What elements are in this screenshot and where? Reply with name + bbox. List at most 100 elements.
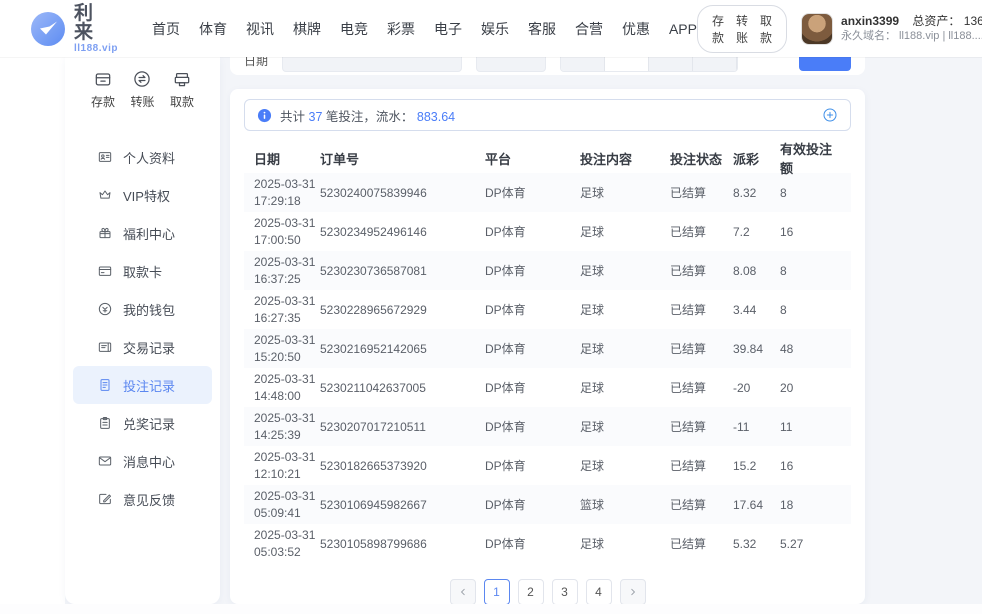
table-row[interactable]: 2025-03-3117:00:50 5230234952496146 DP体育…	[244, 212, 851, 251]
user-box[interactable]: anxin3399 总资产： 1363.49元 永久域名： ll188.vip …	[801, 13, 982, 45]
nav-item[interactable]: 电子	[434, 19, 462, 39]
nav-item[interactable]: 电竞	[340, 19, 368, 39]
sidebar-item-label: 取款卡	[123, 262, 162, 281]
cell-order: 5230207017210511	[320, 420, 485, 434]
domain-value: ll188.vip | ll188....	[899, 29, 982, 44]
wallet-action[interactable]: 存款	[712, 12, 724, 46]
nav-item[interactable]: 合营	[575, 19, 603, 39]
cell-valid-amount: 8	[780, 303, 841, 317]
table-row[interactable]: 2025-03-3105:03:52 5230105898799686 DP体育…	[244, 524, 851, 563]
sidebar-item[interactable]: 取款卡	[73, 252, 212, 290]
cell-valid-amount: 18	[780, 498, 841, 512]
sidebar: 存款 转账 取款	[65, 57, 220, 604]
table-row[interactable]: 2025-03-3116:27:35 5230228965672929 DP体育…	[244, 290, 851, 329]
cell-valid-amount: 11	[780, 420, 841, 434]
quick-action[interactable]: 取款	[170, 69, 194, 110]
bottom-strip	[0, 604, 982, 614]
sidebar-item[interactable]: 福利中心	[73, 214, 212, 252]
nav-item[interactable]: 娱乐	[481, 19, 509, 39]
sidebar-item[interactable]: 交易记录	[73, 328, 212, 366]
cell-platform: DP体育	[485, 262, 580, 279]
wallet-actions-pill: 存款 转账 取款	[697, 5, 787, 53]
info-icon	[257, 108, 272, 123]
quick-action-label: 转账	[130, 93, 154, 110]
nav-item[interactable]: 体育	[199, 19, 227, 39]
cell-payout: 5.32	[733, 537, 780, 551]
nav-item[interactable]: 客服	[528, 19, 556, 39]
page-number-button[interactable]: 2	[518, 579, 544, 605]
page-number-button[interactable]: 3	[552, 579, 578, 605]
table-row[interactable]: 2025-03-3117:29:18 5230240075839946 DP体育…	[244, 173, 851, 212]
table-row[interactable]: 2025-03-3116:37:25 5230230736587081 DP体育…	[244, 251, 851, 290]
segment[interactable]	[693, 57, 737, 71]
cell-payout: 8.32	[733, 186, 780, 200]
summary-count: 37	[309, 110, 323, 124]
summary-turnover: 883.64	[417, 110, 455, 124]
wallet-action[interactable]: 转账	[736, 12, 748, 46]
segment[interactable]	[561, 57, 605, 71]
cell-valid-amount: 8	[780, 264, 841, 278]
table-row[interactable]: 2025-03-3114:25:39 5230207017210511 DP体育…	[244, 407, 851, 446]
site-logo[interactable]: 利 来 ll188.vip	[30, 4, 118, 54]
transactions-icon	[97, 339, 113, 355]
cell-content: 足球	[580, 301, 670, 318]
nav-item[interactable]: 首页	[152, 19, 180, 39]
sidebar-item-label: 交易记录	[123, 338, 175, 357]
nav-item[interactable]: 优惠	[622, 19, 650, 39]
sidebar-item[interactable]: 消息中心	[73, 442, 212, 480]
table-row[interactable]: 2025-03-3105:09:41 5230106945982667 DP体育…	[244, 485, 851, 524]
cell-valid-amount: 16	[780, 225, 841, 239]
sidebar-item[interactable]: 投注记录	[73, 366, 212, 404]
sidebar-item[interactable]: 个人资料	[73, 138, 212, 176]
date-shortcut-segments[interactable]	[560, 57, 738, 72]
next-page-button[interactable]	[620, 579, 646, 605]
plus-circle-icon[interactable]	[822, 107, 838, 123]
cell-payout: 15.2	[733, 459, 780, 473]
cell-status: 已结算	[670, 535, 733, 552]
avatar[interactable]	[801, 13, 833, 45]
assets-label: 总资产：	[912, 14, 960, 28]
cell-content: 足球	[580, 184, 670, 201]
sidebar-item[interactable]: 兑奖记录	[73, 404, 212, 442]
cell-platform: DP体育	[485, 340, 580, 357]
prev-page-button[interactable]	[450, 579, 476, 605]
cell-order: 5230105898799686	[320, 537, 485, 551]
page-number-button[interactable]: 1	[484, 579, 510, 605]
segment[interactable]	[605, 57, 649, 71]
envelope-icon	[97, 453, 113, 469]
filter-card-cropped: 日期	[230, 57, 865, 75]
column-header: 有效投注额	[780, 139, 841, 177]
column-header: 投注状态	[670, 149, 733, 168]
filter-search-button[interactable]	[799, 57, 851, 71]
filter-select[interactable]	[476, 57, 546, 72]
sidebar-item[interactable]: 我的钱包	[73, 290, 212, 328]
quick-action-label: 存款	[91, 93, 115, 110]
username: anxin3399	[841, 14, 899, 28]
nav-item[interactable]: 棋牌	[293, 19, 321, 39]
cell-content: 足球	[580, 535, 670, 552]
nav-item[interactable]: 彩票	[387, 19, 415, 39]
table-row[interactable]: 2025-03-3115:20:50 5230216952142065 DP体育…	[244, 329, 851, 368]
page-number-button[interactable]: 4	[586, 579, 612, 605]
column-header: 投注内容	[580, 149, 670, 168]
wallet-action[interactable]: 取款	[760, 12, 772, 46]
quick-action[interactable]: 转账	[130, 69, 154, 110]
nav-item[interactable]: 视讯	[246, 19, 274, 39]
sidebar-item-label: 消息中心	[123, 452, 175, 471]
cell-valid-amount: 8	[780, 186, 841, 200]
cell-valid-amount: 20	[780, 381, 841, 395]
date-range-input[interactable]	[282, 57, 462, 72]
bet-records-card: 共计 37 笔投注，流水： 883.64 日期 订单号 平台	[230, 89, 865, 604]
cell-status: 已结算	[670, 457, 733, 474]
table-row[interactable]: 2025-03-3114:48:00 5230211042637005 DP体育…	[244, 368, 851, 407]
cell-payout: 8.08	[733, 264, 780, 278]
nav-item[interactable]: APP	[669, 21, 697, 37]
segment[interactable]	[649, 57, 693, 71]
quick-action[interactable]: 存款	[91, 69, 115, 110]
sidebar-item[interactable]: 意见反馈	[73, 480, 212, 518]
left-gutter	[0, 57, 65, 604]
sidebar-item-label: 福利中心	[123, 224, 175, 243]
table-row[interactable]: 2025-03-3112:10:21 5230182665373920 DP体育…	[244, 446, 851, 485]
main-nav: 首页 体育 视讯 棋牌 电竞 彩票 电子 娱乐 客服 合营 优惠 AP	[152, 19, 697, 39]
sidebar-item[interactable]: VIP特权	[73, 176, 212, 214]
